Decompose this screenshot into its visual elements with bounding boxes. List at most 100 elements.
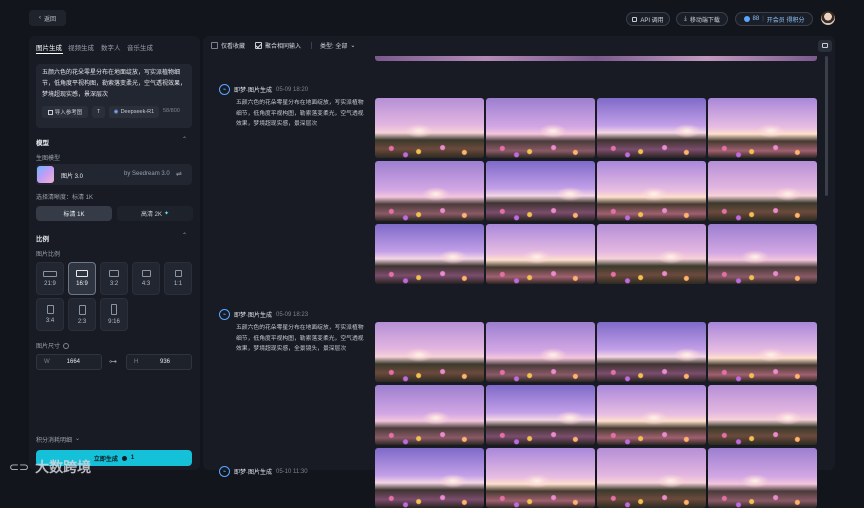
- generated-image-thumbnail[interactable]: [708, 385, 817, 445]
- generated-image-thumbnail[interactable]: [708, 448, 817, 508]
- avatar[interactable]: [821, 11, 835, 25]
- credit-coin-icon: [121, 455, 127, 461]
- ratio-option-9-16[interactable]: 9:16: [100, 298, 128, 331]
- char-counter: 58/800: [163, 108, 180, 114]
- chevron-up-icon[interactable]: ⌃: [182, 136, 187, 143]
- generated-image-thumbnail[interactable]: [597, 98, 706, 158]
- generated-image-thumbnail[interactable]: [375, 322, 484, 382]
- scrollbar[interactable]: [825, 56, 828, 196]
- generated-image-thumbnail[interactable]: [375, 224, 484, 284]
- ratio-option-3-4[interactable]: 3:4: [36, 298, 64, 331]
- sun-glow: [757, 124, 785, 138]
- chevron-up-icon[interactable]: ⌃: [182, 232, 187, 239]
- generated-image-thumbnail[interactable]: [597, 322, 706, 382]
- mobile-label: 移动端下载: [689, 17, 720, 24]
- generation-header-3: ⌁ 即梦·图片生成 05-10 11:30: [219, 466, 308, 477]
- flower-field: [708, 268, 817, 284]
- ratio-option-1-1[interactable]: 1:1: [164, 262, 192, 295]
- tab-video-gen[interactable]: 视频生成: [68, 42, 94, 52]
- flower-field: [486, 268, 595, 284]
- generated-image-thumbnail[interactable]: [486, 98, 595, 158]
- settings-sliders-icon[interactable]: ⇌: [176, 170, 182, 178]
- back-button[interactable]: ‹ 返回: [29, 10, 66, 26]
- import-reference-button[interactable]: 导入参考图: [42, 106, 88, 118]
- flower-field: [708, 366, 817, 382]
- tab-image-gen[interactable]: 图片生成: [36, 42, 62, 52]
- generated-image-thumbnail[interactable]: [708, 161, 817, 221]
- resolution-1k-button[interactable]: 标清 1K: [36, 206, 112, 221]
- generated-image-thumbnail[interactable]: [486, 322, 595, 382]
- ratio-option-3-2[interactable]: 3:2: [100, 262, 128, 295]
- flower-field: [375, 268, 484, 284]
- generated-image-thumbnail[interactable]: [486, 385, 595, 445]
- back-label: 返回: [43, 16, 56, 23]
- size-label-row: 图片尺寸: [36, 341, 70, 350]
- link-icon[interactable]: ⊶: [109, 357, 117, 366]
- folder-button[interactable]: [818, 40, 832, 52]
- width-field[interactable]: W 1664: [36, 354, 102, 370]
- favorites-checkbox[interactable]: [211, 42, 218, 49]
- model-name: 图片 3.0: [61, 174, 84, 180]
- generated-image-thumbnail[interactable]: [486, 224, 595, 284]
- ai-generate-icon: ⌁: [219, 309, 230, 320]
- generated-image-thumbnail[interactable]: [597, 385, 706, 445]
- model-section-title: 模型: [36, 140, 49, 147]
- height-value: 936: [159, 359, 170, 365]
- credits-label: 开会员 得积分: [766, 17, 805, 24]
- flower-field: [486, 142, 595, 158]
- ratio-shape-icon: [78, 304, 86, 315]
- ratio-shape-icon: [111, 304, 117, 315]
- tab-music-gen[interactable]: 音乐生成: [127, 42, 153, 52]
- active-tab-indicator: [36, 53, 63, 54]
- aggregate-checkbox[interactable]: [255, 42, 262, 49]
- generated-image-thumbnail[interactable]: [375, 385, 484, 445]
- generated-image-thumbnail[interactable]: [708, 98, 817, 158]
- ratio-label-3-2: 3:2: [109, 281, 119, 287]
- height-field[interactable]: H 936: [126, 354, 192, 370]
- flower-field: [708, 205, 817, 221]
- credits-button[interactable]: 88 | 开会员 得积分: [735, 12, 813, 26]
- generated-image-thumbnail[interactable]: [708, 322, 817, 382]
- ratio-option-16-9[interactable]: 16:9: [68, 262, 96, 295]
- ratio-shape-icon: [109, 270, 119, 277]
- ratio-option-4-3[interactable]: 4:3: [132, 262, 160, 295]
- resolution-2k-button[interactable]: 高清 2K ✦: [117, 206, 193, 221]
- filter-aggregate[interactable]: 聚合相同输入: [255, 41, 301, 50]
- api-button[interactable]: API 调用: [626, 12, 670, 26]
- ratio-shape-icon: [141, 270, 151, 277]
- mobile-download-button[interactable]: ⤓ 移动端下载: [676, 12, 728, 26]
- generated-image-thumbnail[interactable]: [486, 161, 595, 221]
- sun-glow: [741, 250, 769, 264]
- sun-glow: [757, 348, 785, 362]
- gen-model-label: 生图模型: [36, 156, 61, 162]
- flower-field: [708, 429, 817, 445]
- generated-image-thumbnail[interactable]: [375, 448, 484, 508]
- api-label: API 调用: [640, 17, 664, 24]
- tab-digital-human[interactable]: 数字人: [101, 42, 121, 52]
- ratio-option-21-9[interactable]: 21:9: [36, 262, 64, 295]
- generated-image-thumbnail[interactable]: [375, 161, 484, 221]
- deepseek-button[interactable]: ◉ Deepseek-R1: [109, 106, 159, 118]
- filter-favorites[interactable]: 仅看收藏: [211, 41, 245, 50]
- generated-image-thumbnail[interactable]: [375, 98, 484, 158]
- generated-image-thumbnail[interactable]: [597, 224, 706, 284]
- flower-field: [486, 429, 595, 445]
- generated-image-thumbnail[interactable]: [486, 448, 595, 508]
- ratio-option-2-3[interactable]: 2:3: [68, 298, 96, 331]
- flower-field: [597, 142, 706, 158]
- filter-favorites-label: 仅看收藏: [221, 44, 246, 50]
- generation-prompt-2: 五颜六色的花朵零星分布在地面绽放，写实派植物细节，低角度平视构图，勒索落变柔光，…: [236, 325, 364, 352]
- text-format-button[interactable]: T: [92, 106, 105, 118]
- filter-type-dropdown[interactable]: 类型: 全部 ⌄: [320, 41, 355, 50]
- ratio-shape-icon: [46, 305, 54, 314]
- credit-detail-row[interactable]: 积分消耗明细 ⌄: [36, 435, 80, 444]
- generated-image-thumbnail[interactable]: [597, 448, 706, 508]
- info-icon: [63, 342, 70, 349]
- ratio-label-2-3: 2:3: [77, 318, 87, 325]
- model-provider: by Seedream 3.0: [124, 171, 170, 177]
- generated-image-thumbnail[interactable]: [708, 224, 817, 284]
- generated-image-thumbnail[interactable]: [597, 161, 706, 221]
- watermark: ⊂⊃ 大数跨境: [9, 457, 91, 477]
- prompt-textarea[interactable]: 五颜六色的花朵零星分布在地面绽放，写实派植物细节，低角度平视构图，勒索落变柔光，…: [42, 68, 188, 101]
- sun-glow: [422, 187, 450, 201]
